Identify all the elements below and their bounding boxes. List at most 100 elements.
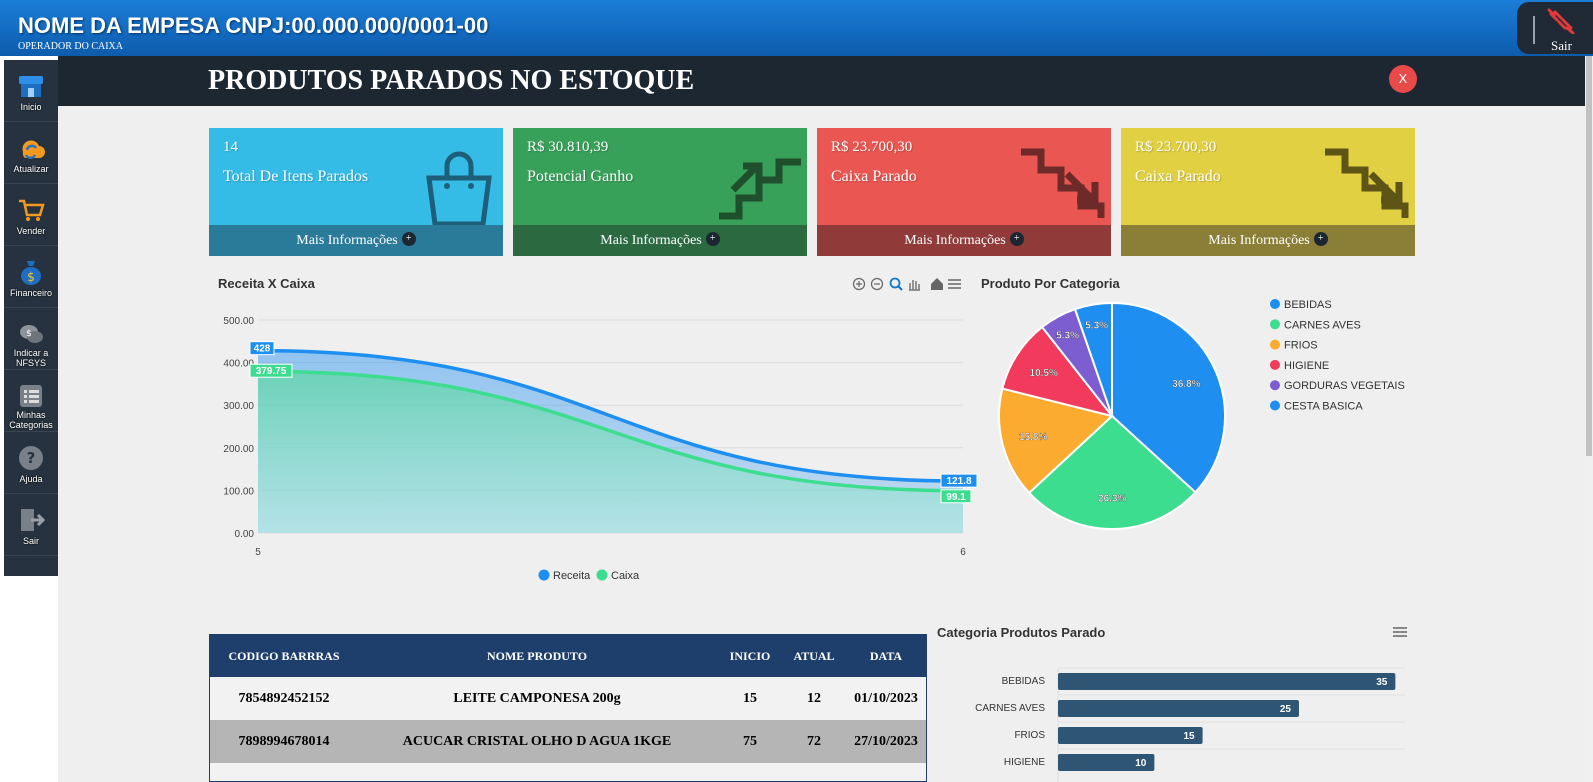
scrollbar-thumb[interactable] [1586, 56, 1592, 456]
sidebar-item-sair[interactable]: Sair [4, 494, 58, 556]
company-name: NOME DA EMPESA CNPJ:00.000.000/0001-00 [18, 13, 489, 38]
more-info-link[interactable]: Mais Informações + [1121, 225, 1415, 256]
chart-title-receita-caixa: Receita X Caixa [218, 276, 315, 291]
card-label: Caixa Parado [1135, 168, 1221, 185]
legend-marker [1270, 339, 1280, 350]
category-label: HIGIENE [1004, 757, 1045, 768]
store-icon [19, 76, 43, 97]
pie-chart-produto-categoria: 36.8% 26.3% 15.8% 10.5% 5.3% 5.3% BEBIDAS CARNE… [998, 299, 1405, 530]
top-header: NOME DA EMPESA CNPJ:00.000.000/0001-00 O… [0, 0, 1593, 56]
cell-codigo: 7898994678014 [238, 734, 330, 749]
sidebar-item-vender[interactable]: Vender [4, 184, 58, 246]
card-label: Total De Itens Parados [223, 168, 369, 185]
category-label: BEBIDAS [1002, 676, 1046, 687]
money-bag-icon: $ [21, 261, 41, 285]
plus-circle-icon: + [401, 232, 416, 246]
sidebar-item-label: Vender [16, 226, 46, 236]
card-value: 14 [223, 139, 238, 155]
logout-button[interactable]: Sair [1517, 2, 1593, 54]
data-label-text: 428 [254, 344, 271, 355]
chart-title-produto-categoria: Produto Por Categoria [981, 276, 1120, 291]
sidebar-item-label: Sair [22, 536, 39, 546]
magnify-icon[interactable] [889, 277, 903, 291]
logout-label: Sair [1551, 38, 1572, 53]
column-header-inicio: INICIO [729, 649, 771, 663]
legend-label: Caixa [611, 570, 640, 582]
legend-marker [1270, 319, 1280, 330]
sidebar-item-financeiro[interactable]: $ Financeiro [4, 246, 58, 308]
cell-codigo: 7854892452152 [238, 691, 330, 706]
sidebar-item-ajuda[interactable]: ? Ajuda [4, 432, 58, 494]
zoom-in-icon[interactable] [852, 277, 866, 291]
table-row [210, 763, 926, 781]
legend-marker [538, 569, 550, 581]
chat-money-icon: $ [20, 325, 43, 343]
disconnect-icon [1547, 8, 1575, 34]
bar-value-label: 15 [1183, 731, 1195, 742]
column-header-nome: NOME PRODUTO [486, 649, 588, 663]
operator-name: OPERADOR DO CAIXA [18, 41, 124, 52]
area-chart-receita-caixa: 0.00100.00200.00300.00400.00500.005 64283… [223, 316, 978, 582]
sidebar-item-atualizar[interactable]: Atualizar [4, 122, 58, 184]
pie-label: 5.3% [1085, 321, 1108, 332]
cell-data: 27/10/2023 [854, 734, 918, 749]
table-row[interactable]: 7854892452152 LEITE CAMPONESA 200g 15 12… [210, 677, 926, 720]
x-tick-label: 6 [960, 547, 966, 558]
bar-chart-categoria-parado: BEBIDAS 35 CARNES AVES 25 FRIOS 15 HIGIENE 10 [975, 667, 1405, 782]
plus-circle-icon: + [705, 232, 720, 246]
card-value: R$ 23.700,30 [831, 139, 913, 155]
chart-toolbar [852, 277, 961, 291]
more-info-link[interactable]: Mais Informações + [209, 225, 503, 256]
sidebar-item-label: Minhas Categorias [9, 410, 53, 430]
bar-value-label: 25 [1280, 704, 1292, 715]
legend-label: CARNES AVES [1284, 319, 1361, 331]
help-icon: ? [19, 446, 43, 470]
close-button[interactable]: X [1389, 65, 1417, 93]
legend-marker [1270, 400, 1280, 411]
svg-text:$: $ [27, 270, 35, 284]
menu-icon[interactable] [1392, 626, 1408, 638]
sidebar-item-inicio[interactable]: Inicio [4, 60, 58, 122]
more-info-link[interactable]: Mais Informações + [513, 225, 807, 256]
cart-icon [19, 199, 45, 221]
data-label: 121.8 [940, 473, 978, 488]
svg-text:$: $ [26, 329, 32, 339]
table-row[interactable]: 7898994678014 ACUCAR CRISTAL OLHO D AGUA… [210, 720, 926, 763]
category-label: CARNES AVES [975, 703, 1045, 714]
stat-card-potencial-ganho: R$ 30.810,39 Potencial Ganho Mais Inform… [513, 128, 807, 256]
pie-label: 10.5% [1030, 368, 1058, 379]
zoom-out-icon[interactable] [870, 277, 884, 291]
pan-hand-icon[interactable] [909, 280, 920, 291]
cell-inicio: 15 [743, 691, 757, 706]
stairs-down-icon [1021, 148, 1105, 218]
column-header-data: DATA [869, 649, 903, 663]
home-icon[interactable] [931, 278, 943, 290]
y-tick-label: 100.00 [223, 486, 254, 497]
more-info-link[interactable]: Mais Informações + [817, 225, 1111, 256]
menu-icon[interactable] [948, 279, 961, 289]
stairs-up-icon [719, 158, 801, 220]
stat-card-caixa-parado-2: R$ 23.700,30 Caixa Parado Mais Informaçõ… [1121, 128, 1415, 256]
pie-label: 26.3% [1098, 493, 1126, 504]
legend-marker [596, 569, 608, 581]
scrollbar[interactable] [1585, 56, 1593, 782]
pie-label: 36.8% [1172, 379, 1200, 390]
list-icon [20, 385, 42, 407]
y-tick-label: 0.00 [235, 529, 255, 540]
legend-marker [1270, 380, 1280, 391]
sidebar-item-label: Atualizar [13, 164, 49, 174]
sidebar-item-label: Inicio [20, 102, 42, 112]
sidebar-item-categorias[interactable]: Minhas Categorias [4, 370, 58, 432]
legend-label: HIGIENE [1284, 360, 1329, 372]
sidebar-item-indicar[interactable]: $ Indicar a NFSYS [4, 308, 58, 370]
bar [1058, 700, 1299, 717]
sidebar-item-label: Financeiro [9, 288, 53, 298]
more-info-label: Mais Informações [904, 233, 1006, 248]
table-header: CODIGO BARRRAS NOME PRODUTO INICIO ATUAL… [210, 635, 926, 677]
caixa-area [258, 371, 963, 533]
y-tick-label: 200.00 [223, 444, 254, 455]
sidebar-item-label: Indicar a NFSYS [13, 348, 49, 368]
legend-label: CESTA BASICA [1284, 401, 1363, 413]
card-label: Potencial Ganho [527, 168, 634, 185]
more-info-label: Mais Informações [1208, 233, 1310, 248]
